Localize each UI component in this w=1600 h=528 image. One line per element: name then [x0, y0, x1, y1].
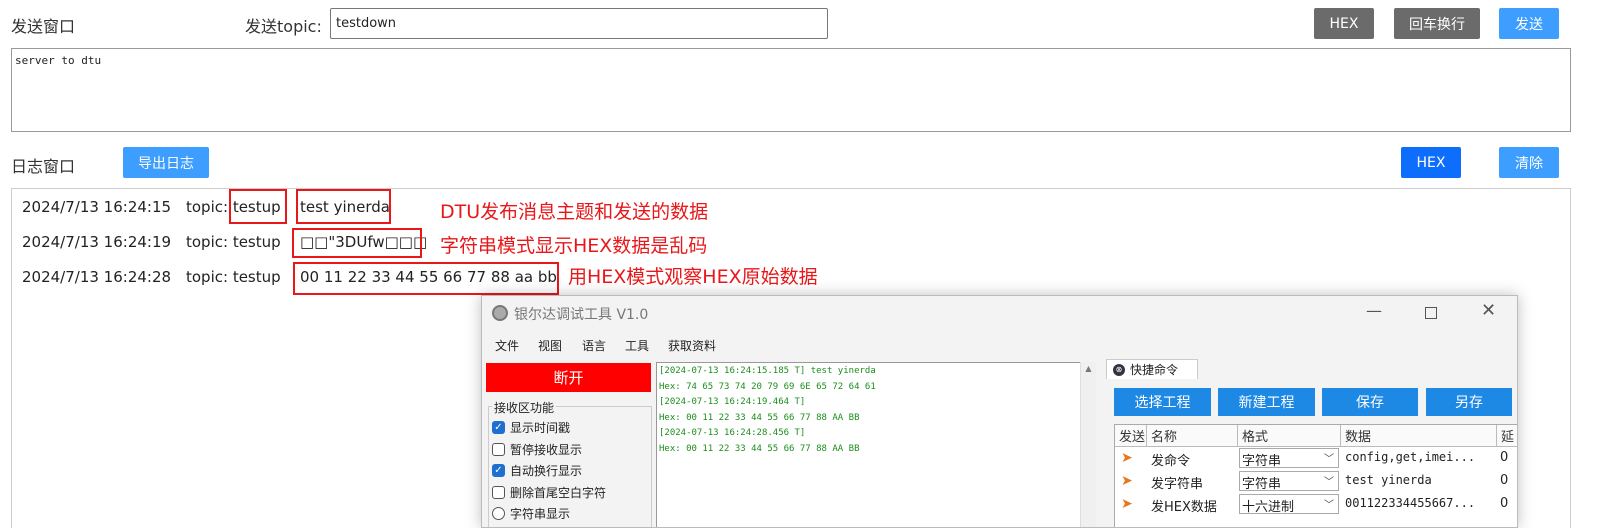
row-data[interactable]: config,get,imei...: [1345, 450, 1475, 464]
menu-language[interactable]: 语言: [582, 337, 606, 354]
log-hex-button[interactable]: HEX: [1401, 147, 1461, 178]
option-pause-receive[interactable]: 暂停接收显示: [492, 441, 582, 458]
send-arrow-icon[interactable]: ➤: [1121, 473, 1133, 489]
clear-button[interactable]: 清除: [1499, 147, 1559, 178]
window-title: 银尔达调试工具 V1.0: [514, 307, 649, 323]
checkbox-checked-icon[interactable]: ✓: [492, 421, 505, 434]
send-window-label: 发送窗口: [11, 17, 76, 36]
topic-input[interactable]: [330, 8, 828, 39]
close-icon[interactable]: ✕: [1481, 300, 1496, 321]
log-topic: topic: testup: [186, 268, 281, 286]
debug-tool-window: 银尔达调试工具 V1.0 — ✕ 文件 视图 语言 工具 获取资料 断开 接收区…: [481, 295, 1518, 528]
log-time: 2024/7/13 16:24:15: [22, 198, 172, 216]
menu-get-resources[interactable]: 获取资料: [668, 337, 716, 354]
maximize-icon[interactable]: [1425, 307, 1437, 319]
row-delay: 0: [1500, 496, 1509, 511]
send-message-area[interactable]: server to dtu: [11, 48, 1571, 132]
highlight-hex-box: [293, 262, 559, 295]
receive-area[interactable]: [2024-07-13 16:24:15.185 T] test yinerda…: [656, 362, 1096, 527]
chevron-down-icon[interactable]: ﹀: [1324, 473, 1334, 488]
row-name: 发命令: [1151, 454, 1191, 469]
send-hex-button[interactable]: HEX: [1314, 8, 1374, 39]
row-name: 发字符串: [1151, 477, 1204, 492]
row-format: 字符串: [1242, 477, 1282, 492]
send-arrow-icon[interactable]: ➤: [1121, 450, 1133, 466]
export-log-button[interactable]: 导出日志: [123, 147, 209, 178]
radio-icon[interactable]: [492, 507, 505, 520]
option-trim-whitespace[interactable]: 删除首尾空白字符: [492, 484, 606, 501]
receive-scrollbar[interactable]: ▲: [1080, 362, 1096, 527]
select-project-button[interactable]: 选择工程: [1114, 388, 1211, 416]
row-data[interactable]: 001122334455667...: [1345, 496, 1475, 510]
col-delay: 延: [1497, 425, 1517, 447]
chevron-down-icon[interactable]: ﹀: [1324, 450, 1334, 465]
app-logo-icon: [492, 305, 508, 321]
option-show-timestamp[interactable]: ✓ 显示时间戳: [492, 419, 570, 436]
highlight-payload-box: [296, 189, 391, 224]
menu-tools[interactable]: 工具: [625, 337, 649, 354]
log-time: 2024/7/13 16:24:19: [22, 233, 172, 251]
option-string-display[interactable]: 字符串显示: [492, 505, 570, 522]
highlight-topic-box: [229, 189, 287, 224]
row-data[interactable]: test yinerda: [1345, 473, 1432, 487]
option-auto-wrap[interactable]: ✓ 自动换行显示: [492, 462, 582, 479]
row-name: 发HEX数据: [1151, 500, 1217, 515]
col-name: 名称: [1147, 425, 1238, 447]
tab-quick-commands[interactable]: ⊗ 快捷命令: [1106, 359, 1198, 379]
menu-view[interactable]: 视图: [538, 337, 562, 354]
receive-line: [2024-07-13 16:24:28.456 T]: [659, 428, 806, 439]
checkbox-icon[interactable]: [492, 443, 505, 456]
row-delay: 0: [1500, 473, 1509, 488]
newline-button[interactable]: 回车换行: [1394, 8, 1480, 39]
log-window-label: 日志窗口: [11, 157, 76, 176]
checkbox-checked-icon[interactable]: ✓: [492, 464, 505, 477]
receive-line: [2024-07-13 16:24:19.464 T]: [659, 397, 806, 408]
send-arrow-icon[interactable]: ➤: [1121, 496, 1133, 512]
save-button[interactable]: 保存: [1322, 388, 1418, 416]
annotation-text: 用HEX模式观察HEX原始数据: [568, 266, 818, 288]
receive-group-title: 接收区功能: [492, 399, 557, 416]
chevron-down-icon[interactable]: ﹀: [1324, 496, 1334, 511]
send-button[interactable]: 发送: [1499, 8, 1559, 39]
receive-line: [2024-07-13 16:24:15.185 T] test yinerda: [659, 366, 876, 376]
minimize-icon[interactable]: —: [1366, 301, 1382, 320]
receive-line: Hex: 00 11 22 33 44 55 66 77 88 AA BB: [659, 412, 860, 423]
quick-command-icon: ⊗: [1113, 363, 1125, 376]
col-data: 数据: [1341, 425, 1497, 447]
scroll-up-icon[interactable]: ▲: [1081, 364, 1096, 373]
log-time: 2024/7/13 16:24:28: [22, 268, 172, 286]
checkbox-icon[interactable]: [492, 486, 505, 499]
menu-file[interactable]: 文件: [495, 337, 519, 354]
receive-line: Hex: 00 11 22 33 44 55 66 77 88 AA BB: [659, 443, 860, 454]
annotation-text: 字符串模式显示HEX数据是乱码: [440, 235, 708, 257]
row-format: 十六进制: [1242, 500, 1295, 515]
receive-line: Hex: 74 65 73 74 20 79 69 6E 65 72 64 61: [659, 381, 876, 392]
col-send: 发送: [1115, 425, 1147, 447]
annotation-text: DTU发布消息主题和发送的数据: [440, 201, 709, 223]
highlight-garbled-box: [292, 228, 422, 258]
log-topic: topic: testup: [186, 233, 281, 251]
new-project-button[interactable]: 新建工程: [1218, 388, 1315, 416]
row-format: 字符串: [1242, 454, 1282, 469]
disconnect-button[interactable]: 断开: [486, 363, 651, 392]
save-as-button[interactable]: 另存: [1426, 388, 1512, 416]
row-delay: 0: [1500, 450, 1509, 465]
quick-command-table: 发送 名称 格式 数据 延 ➤ 发命令 字符串 ﹀ config,get,ime…: [1114, 424, 1517, 527]
topic-label: 发送topic:: [245, 17, 322, 36]
col-format: 格式: [1238, 425, 1341, 447]
